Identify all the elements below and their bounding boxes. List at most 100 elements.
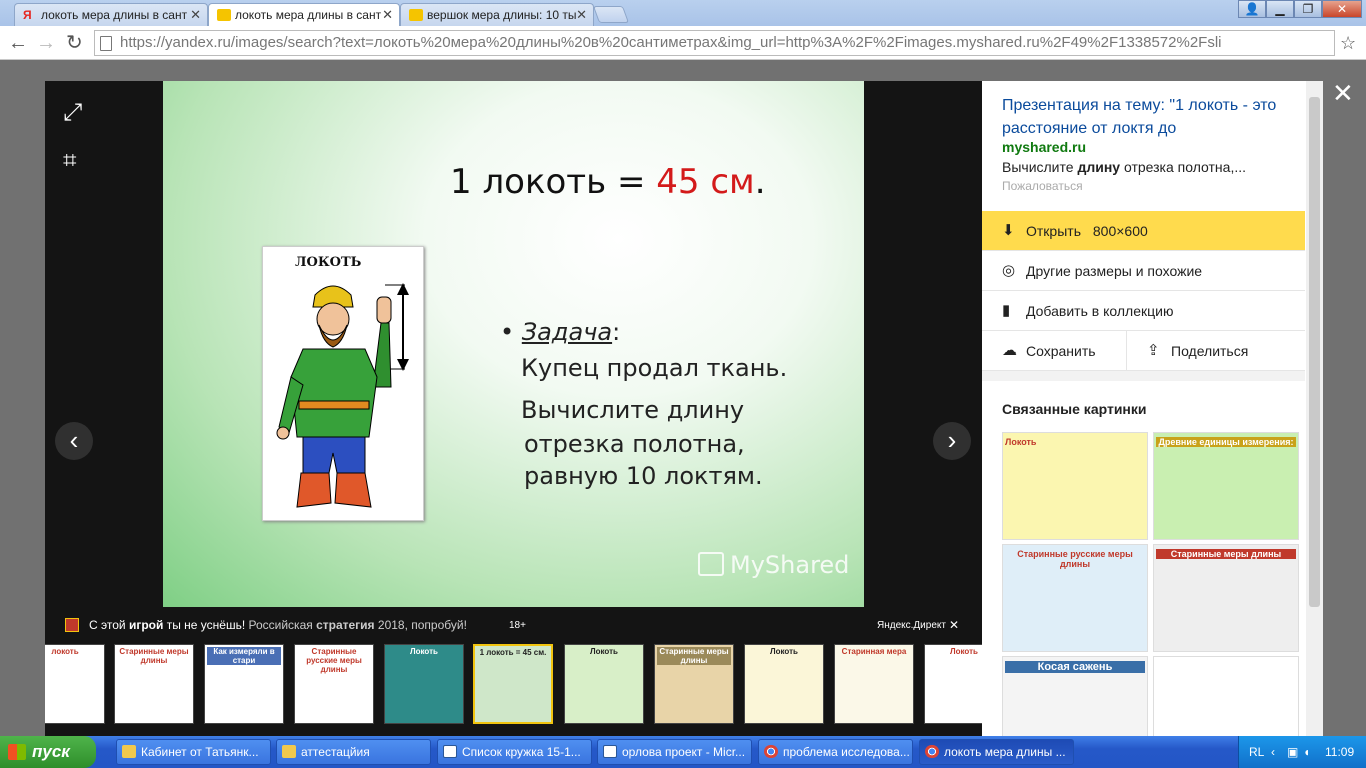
add-to-collection-button[interactable]: ▮ Добавить в коллекцию	[982, 291, 1305, 331]
other-sizes-button[interactable]: ◎ Другие размеры и похожие	[982, 251, 1305, 291]
reload-icon[interactable]: ↻	[66, 30, 83, 56]
taskbar-item-label: Кабинет от Татьянк...	[141, 745, 259, 759]
thumbnail-title: Старинная мера	[841, 647, 907, 656]
taskbar-item[interactable]: орлова проект - Micr...	[597, 739, 752, 765]
tab-bar: Я локоть мера длины в сант ✕ локоть мера…	[0, 0, 1366, 26]
close-window-button[interactable]: ✕	[1322, 0, 1362, 18]
close-tab-icon[interactable]: ✕	[382, 7, 393, 23]
volume-icon[interactable]: ◖	[1303, 736, 1310, 768]
source-site-link[interactable]: myshared.ru	[1002, 139, 1086, 155]
image-title-link[interactable]: Презентация на тему: "1 локоть - это рас…	[1002, 94, 1292, 140]
related-title: Старинные русские меры длины	[1017, 549, 1133, 569]
related-image[interactable]: Косая сажень	[1002, 656, 1148, 736]
share-button[interactable]: ⇪ Поделиться	[1126, 331, 1305, 371]
crop-icon[interactable]: ⌗	[63, 147, 77, 175]
share-label: Поделиться	[1171, 343, 1249, 359]
panel-scrollbar[interactable]	[1306, 81, 1323, 736]
scrollbar-thumb[interactable]	[1309, 97, 1320, 607]
merchant-card: ЛОКОТЬ	[262, 246, 424, 521]
minimize-button[interactable]: ▁	[1266, 0, 1294, 18]
desc-text: Вычислите	[1002, 159, 1078, 175]
taskbar-item-active[interactable]: локоть мера длины ...	[919, 739, 1074, 765]
related-image[interactable]	[1153, 656, 1299, 736]
taskbar-item[interactable]: проблема исследова...	[758, 739, 913, 765]
browser-toolbar: ← → ↻ https://yandex.ru/images/search?te…	[0, 26, 1366, 60]
ad-text[interactable]: С этой игрой ты не уснёшь! Российская ст…	[89, 618, 467, 632]
desc-bold: длину	[1077, 159, 1121, 175]
thumbnail-title: Старинные меры длины	[119, 647, 189, 665]
thumbnail[interactable]: Старинные меры длины	[114, 644, 194, 724]
open-image-button[interactable]: ⬇ Открыть 800×600	[982, 211, 1305, 251]
network-icon[interactable]: ▣	[1287, 736, 1298, 768]
task-line-2: Вычислите длину	[521, 396, 745, 424]
save-button[interactable]: ☁ Сохранить	[982, 331, 1126, 371]
myshared-watermark: MyShared	[698, 551, 849, 579]
task-line-4: равную 10 локтям.	[524, 462, 763, 490]
thumbnail-title: Локоть	[590, 647, 618, 656]
taskbar-item[interactable]: аттестацйия	[276, 739, 431, 765]
new-tab-button[interactable]	[592, 6, 630, 23]
thumbnail[interactable]: Старинные русские меры длины	[294, 644, 374, 724]
share-icon: ⇪	[1147, 342, 1160, 359]
next-image-button[interactable]: ›	[933, 422, 971, 460]
add-collection-label: Добавить в коллекцию	[1026, 303, 1174, 319]
start-label: пуск	[32, 742, 70, 761]
taskbar-item-label: локоть мера длины ...	[944, 745, 1066, 759]
thumbnail-selected[interactable]: 1 локоть = 45 см.	[473, 644, 553, 724]
forward-icon[interactable]: →	[36, 30, 56, 56]
related-image[interactable]: Древние единицы измерения:	[1153, 432, 1299, 540]
yandex-icon: Я	[23, 8, 32, 22]
ad-text-2: ты не уснёшь!	[163, 618, 249, 632]
fullscreen-icon[interactable]: ⤢	[63, 99, 82, 127]
age-badge: 18+	[509, 620, 526, 631]
taskbar: пуск Кабинет от Татьянк... аттестацйия С…	[0, 736, 1366, 768]
thumbnail[interactable]: Локоть	[744, 644, 824, 724]
address-bar[interactable]: https://yandex.ru/images/search?text=лок…	[94, 30, 1335, 56]
taskbar-item-label: аттестацйия	[301, 745, 370, 759]
open-label: Открыть	[1026, 223, 1081, 239]
thumbnail[interactable]: Старинные меры длины	[654, 644, 734, 724]
user-icon[interactable]: 👤	[1238, 0, 1266, 18]
bookmark-star-icon[interactable]: ☆	[1340, 30, 1356, 56]
thumbnail[interactable]: Локоть	[384, 644, 464, 724]
task-word: Задача	[521, 318, 613, 346]
thumbnail[interactable]: Локоть	[564, 644, 644, 724]
prev-image-button[interactable]: ‹	[55, 422, 93, 460]
tab-vershok[interactable]: вершок мера длины: 10 ты ✕	[400, 3, 594, 26]
word-icon	[603, 745, 617, 758]
taskbar-item[interactable]: Кабинет от Татьянк...	[116, 739, 271, 765]
tab-yandex-search[interactable]: Я локоть мера длины в сант ✕	[14, 3, 208, 26]
ad-banner[interactable]: С этой игрой ты не уснёшь! Российская ст…	[45, 613, 982, 638]
thumbnail[interactable]: Локоть	[924, 644, 982, 724]
complain-link[interactable]: Пожаловаться	[1002, 179, 1083, 193]
task-colon: :	[612, 318, 621, 346]
tray-arrow-icon[interactable]: ‹	[1271, 736, 1275, 768]
tab-image-active[interactable]: локоть мера длины в сант ✕	[208, 3, 400, 26]
ad-source[interactable]: Яндекс.Директ	[877, 620, 946, 631]
folder-icon	[282, 745, 296, 758]
related-image[interactable]: Старинные русские меры длины	[1002, 544, 1148, 652]
close-viewer-icon[interactable]: ✕	[1332, 78, 1354, 109]
windows-logo-icon	[8, 744, 26, 760]
language-indicator[interactable]: RL	[1249, 736, 1264, 768]
title-value: 45 см	[656, 162, 755, 202]
thumbnail[interactable]: Как измеряли в стари	[204, 644, 284, 724]
clock[interactable]: 11:09	[1325, 736, 1354, 768]
related-image[interactable]: Старинные меры длины	[1153, 544, 1299, 652]
bookmark-icon: ▮	[1002, 302, 1011, 319]
related-title: Древние единицы измерения:	[1156, 437, 1296, 447]
close-ad-icon[interactable]: ✕	[949, 618, 959, 632]
close-tab-icon[interactable]: ✕	[190, 7, 201, 23]
start-button[interactable]: пуск	[0, 736, 96, 768]
close-tab-icon[interactable]: ✕	[576, 7, 587, 23]
chrome-icon	[925, 745, 939, 758]
ad-bold-2: стратегия	[316, 618, 375, 632]
taskbar-item[interactable]: Список кружка 15-1...	[437, 739, 592, 765]
system-tray: RL ‹ ▣ ◖ 11:09	[1238, 736, 1366, 768]
thumbnail[interactable]: локоть	[45, 644, 105, 724]
restore-button[interactable]: ❐	[1294, 0, 1322, 18]
back-icon[interactable]: ←	[8, 30, 28, 56]
related-image[interactable]: Локоть	[1002, 432, 1148, 540]
thumbnail[interactable]: Старинная мера	[834, 644, 914, 724]
save-label: Сохранить	[1026, 343, 1096, 359]
